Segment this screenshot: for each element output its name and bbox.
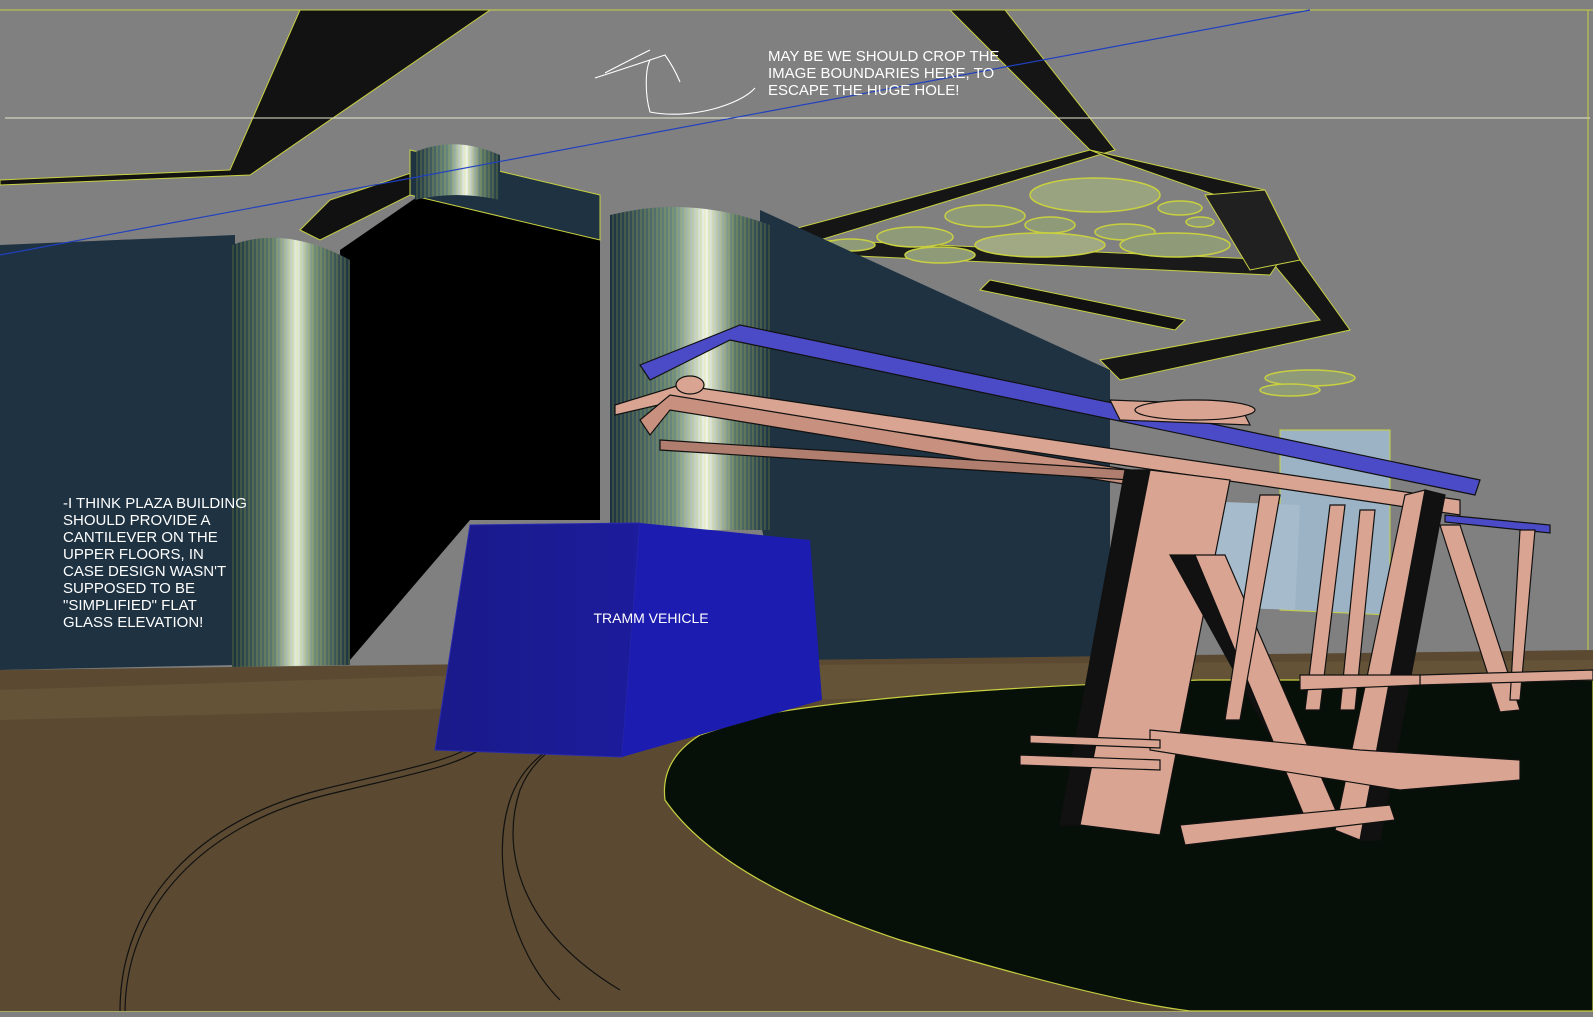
cantilever-note: -I THINK PLAZA BUILDING SHOULD PROVIDE A… bbox=[63, 495, 247, 631]
crop-note: MAY BE WE SHOULD CROP THE IMAGE BOUNDARI… bbox=[768, 48, 1000, 99]
tram-label: TRAMM VEHICLE bbox=[593, 610, 709, 626]
3d-viewport[interactable]: MAY BE WE SHOULD CROP THE IMAGE BOUNDARI… bbox=[0, 0, 1593, 1017]
